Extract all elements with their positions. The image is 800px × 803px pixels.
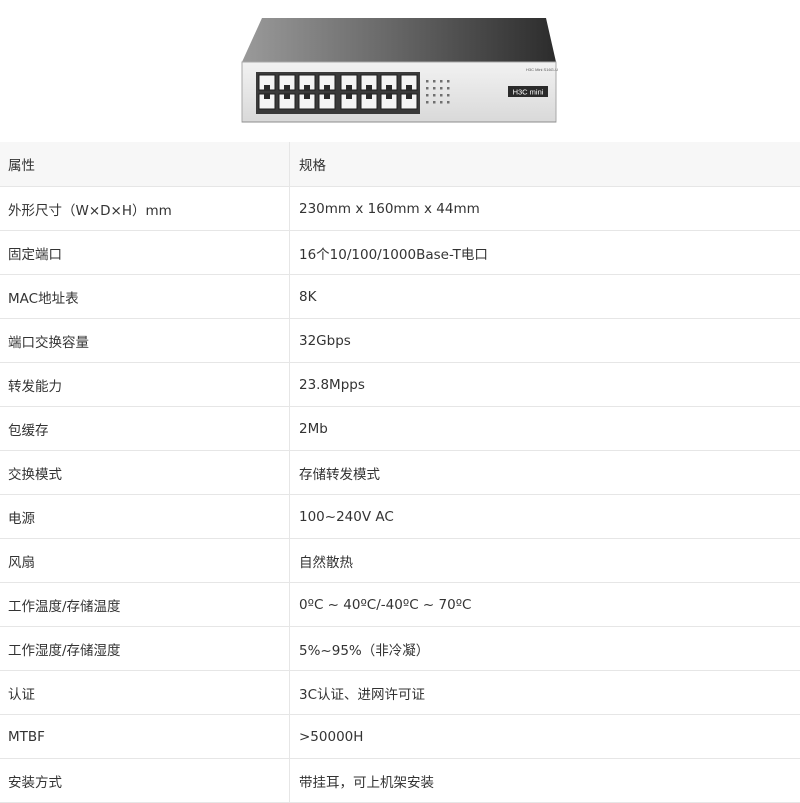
port-notch (324, 85, 330, 90)
row-spec: 5%~95%（非冷凝） (290, 627, 800, 671)
led-indicator (426, 94, 429, 97)
port-notch (386, 94, 392, 99)
led-indicator (426, 80, 429, 83)
led-indicator (426, 87, 429, 90)
port-notch (304, 85, 310, 90)
table-row: 安装方式带挂耳，可上机架安装 (0, 759, 800, 803)
led-indicator (433, 87, 436, 90)
port-notch (324, 94, 330, 99)
led-indicator (440, 94, 443, 97)
row-spec: 32Gbps (290, 319, 800, 363)
row-spec: 0ºC ~ 40ºC/-40ºC ~ 70ºC (290, 583, 800, 627)
led-indicator (447, 94, 450, 97)
model-label: H3C Mini S16G-U (526, 67, 558, 72)
header-spec: 规格 (290, 142, 800, 187)
row-spec: 3C认证、进网许可证 (290, 671, 800, 715)
row-attribute: 风扇 (0, 539, 290, 583)
port-notch (406, 85, 412, 90)
port-notch (284, 94, 290, 99)
port-notch (284, 85, 290, 90)
row-spec: 8K (290, 275, 800, 319)
table-row: 外形尺寸（W×D×H）mm230mm x 160mm x 44mm (0, 187, 800, 231)
switch-top (242, 18, 556, 62)
row-spec: >50000H (290, 715, 800, 759)
row-attribute: 交换模式 (0, 451, 290, 495)
table-row: 工作湿度/存储湿度5%~95%（非冷凝） (0, 627, 800, 671)
row-spec: 16个10/100/1000Base-T电口 (290, 231, 800, 275)
table-row: 风扇自然散热 (0, 539, 800, 583)
led-indicator (447, 80, 450, 83)
row-spec: 100~240V AC (290, 495, 800, 539)
row-attribute: 安装方式 (0, 759, 290, 803)
table-row: 包缓存2Mb (0, 407, 800, 451)
led-indicator (433, 101, 436, 104)
table-row: 端口交换容量32Gbps (0, 319, 800, 363)
row-attribute: 转发能力 (0, 363, 290, 407)
led-indicator (433, 94, 436, 97)
table-row: MTBF>50000H (0, 715, 800, 759)
row-attribute: 认证 (0, 671, 290, 715)
brand-logo: H3C mini (513, 88, 544, 97)
row-spec: 2Mb (290, 407, 800, 451)
port-notch (346, 85, 352, 90)
row-spec: 存储转发模式 (290, 451, 800, 495)
row-spec: 23.8Mpps (290, 363, 800, 407)
port-notch (264, 94, 270, 99)
led-indicator (447, 87, 450, 90)
led-indicator (426, 101, 429, 104)
led-indicator (440, 80, 443, 83)
table-row: 转发能力23.8Mpps (0, 363, 800, 407)
row-attribute: 包缓存 (0, 407, 290, 451)
row-attribute: 端口交换容量 (0, 319, 290, 363)
row-attribute: 工作湿度/存储湿度 (0, 627, 290, 671)
row-attribute: MAC地址表 (0, 275, 290, 319)
table-row: 认证3C认证、进网许可证 (0, 671, 800, 715)
led-indicator (447, 101, 450, 104)
port-notch (264, 85, 270, 90)
spec-table: 属性 规格 外形尺寸（W×D×H）mm230mm x 160mm x 44mm固… (0, 142, 800, 803)
table-row: 工作温度/存储温度0ºC ~ 40ºC/-40ºC ~ 70ºC (0, 583, 800, 627)
row-spec: 230mm x 160mm x 44mm (290, 187, 800, 231)
row-attribute: 工作温度/存储温度 (0, 583, 290, 627)
header-attribute: 属性 (0, 142, 290, 187)
led-indicator (440, 87, 443, 90)
row-attribute: 电源 (0, 495, 290, 539)
port-notch (346, 94, 352, 99)
row-attribute: 固定端口 (0, 231, 290, 275)
port-notch (406, 94, 412, 99)
table-row: 交换模式存储转发模式 (0, 451, 800, 495)
port-notch (304, 94, 310, 99)
port-notch (366, 85, 372, 90)
switch-illustration: H3C Mini S16G-U H3C mini (0, 0, 800, 142)
row-spec: 带挂耳，可上机架安装 (290, 759, 800, 803)
led-indicator (440, 101, 443, 104)
table-row: 电源100~240V AC (0, 495, 800, 539)
table-header-row: 属性 规格 (0, 142, 800, 187)
row-attribute: 外形尺寸（W×D×H）mm (0, 187, 290, 231)
row-attribute: MTBF (0, 715, 290, 759)
led-indicator (433, 80, 436, 83)
table-row: 固定端口16个10/100/1000Base-T电口 (0, 231, 800, 275)
row-spec: 自然散热 (290, 539, 800, 583)
port-notch (366, 94, 372, 99)
port-notch (386, 85, 392, 90)
table-row: MAC地址表8K (0, 275, 800, 319)
product-image: H3C Mini S16G-U H3C mini (0, 0, 800, 142)
